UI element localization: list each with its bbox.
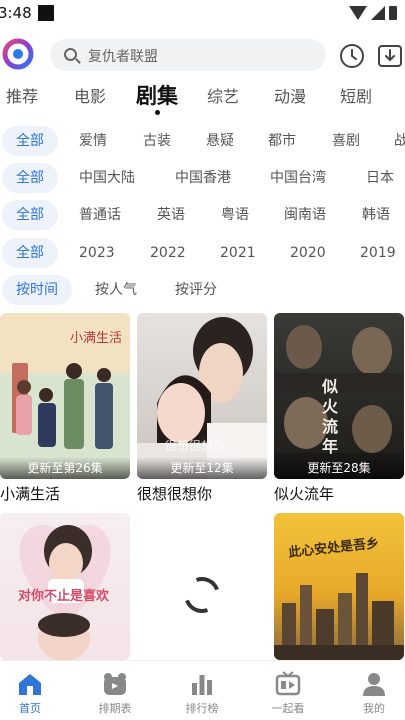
year-filter-row: 全部 2023 2022 2021 2020 2019 (0, 238, 405, 268)
history-icon[interactable] (339, 43, 365, 69)
header: 复仇者联盟 (0, 36, 405, 74)
language-chip[interactable]: 闽南语 (284, 200, 326, 230)
show-title: 很想很想你 (137, 485, 213, 503)
language-chip[interactable]: 粤语 (221, 200, 249, 230)
language-filter-row: 全部 普通话 英语 粤语 闽南语 韩语 (0, 200, 405, 230)
ranking-icon (192, 675, 212, 695)
region-chip[interactable]: 中国大陆 (79, 163, 135, 193)
region-chip[interactable]: 中国香港 (175, 163, 231, 193)
nav-label: 我的 (363, 702, 385, 715)
year-chip[interactable]: 2019 (360, 238, 396, 268)
loading-spinner-icon (178, 571, 226, 619)
show-poster[interactable]: 似火流年 更新至28集 (274, 313, 404, 479)
poster-title-text: 很想很想你 (165, 439, 226, 453)
search-bar[interactable]: 复仇者联盟 (50, 39, 326, 71)
genre-chip[interactable]: 古装 (143, 126, 171, 156)
episode-badge: 更新至第26集 (0, 457, 130, 479)
poster-title-text: 小满生活 (70, 331, 123, 346)
tab-movies[interactable]: 电影 (74, 82, 106, 112)
tab-short-drama[interactable]: 短剧 (340, 82, 372, 112)
genre-chip[interactable]: 悬疑 (206, 126, 234, 156)
wifi-icon (349, 6, 367, 20)
poster-title-text: 似火流年 (322, 377, 339, 456)
status-bar: 3:48 (0, 0, 405, 28)
nav-label: 首页 (19, 702, 41, 715)
tab-series[interactable]: 剧集 (136, 81, 178, 111)
sort-chip-by-time[interactable]: 按时间 (2, 275, 72, 305)
search-placeholder: 复仇者联盟 (88, 49, 158, 65)
year-chip-all[interactable]: 全部 (2, 238, 58, 268)
show-poster[interactable]: 此心安处是吾乡 (274, 513, 404, 660)
show-card[interactable]: 小满生活 更新至第26集 小满生活 (0, 313, 130, 505)
tab-recommend[interactable]: 推荐 (6, 82, 38, 112)
status-time: 3:48 (0, 4, 32, 22)
language-chip[interactable]: 英语 (157, 200, 185, 230)
show-title: 小满生活 (0, 485, 61, 503)
status-icons (349, 6, 397, 20)
nav-watch-together[interactable]: 一起看 (258, 665, 318, 719)
show-poster[interactable]: 小满生活 更新至第26集 (0, 313, 130, 479)
year-chip[interactable]: 2021 (220, 238, 256, 268)
genre-chip-all[interactable]: 全部 (2, 126, 58, 156)
category-tabs: 推荐 电影 剧集 综艺 动漫 短剧 (0, 82, 405, 114)
language-chip[interactable]: 普通话 (79, 200, 121, 230)
watch-together-icon (275, 671, 301, 696)
nav-home[interactable]: 首页 (0, 665, 60, 719)
signal-icon (371, 6, 385, 20)
tab-variety[interactable]: 综艺 (207, 82, 239, 112)
show-card[interactable]: 对你不止是喜欢 (0, 513, 130, 660)
show-title: 似火流年 (274, 485, 335, 503)
active-tab-indicator (155, 110, 160, 115)
app-logo-icon[interactable] (2, 38, 34, 70)
download-icon[interactable] (377, 43, 403, 69)
sort-chip-by-rating[interactable]: 按评分 (175, 275, 217, 305)
home-icon (19, 674, 41, 695)
genre-chip[interactable]: 都市 (268, 126, 296, 156)
show-card[interactable]: 很想很想你 更新至12集 很想很想你 (137, 313, 267, 505)
battery-icon (389, 6, 397, 20)
nav-schedule[interactable]: 排期表 (85, 665, 145, 719)
year-chip[interactable]: 2020 (290, 238, 326, 268)
language-chip[interactable]: 韩语 (362, 200, 390, 230)
search-icon (64, 48, 77, 61)
show-poster[interactable]: 对你不止是喜欢 (0, 513, 130, 660)
year-chip[interactable]: 2022 (150, 238, 186, 268)
genre-chip[interactable]: 喜剧 (332, 126, 360, 156)
poster-art (137, 317, 267, 479)
region-chip[interactable]: 日本 (366, 163, 394, 193)
episode-badge: 更新至12集 (137, 457, 267, 479)
region-chip[interactable]: 中国台湾 (270, 163, 326, 193)
nav-label: 一起看 (271, 702, 305, 715)
app-screen: 3:48 复仇者联盟 推荐 电影 剧集 综艺 动漫 短剧 全部 爱情 古装 悬疑… (0, 0, 405, 720)
profile-icon (363, 673, 385, 696)
sort-chip-by-popularity[interactable]: 按人气 (95, 275, 137, 305)
poster-title-text: 对你不止是喜欢 (18, 589, 110, 604)
region-chip-all[interactable]: 全部 (2, 163, 58, 193)
year-chip[interactable]: 2023 (79, 238, 115, 268)
genre-chip[interactable]: 爱情 (79, 126, 107, 156)
show-poster[interactable]: 很想很想你 更新至12集 (137, 313, 267, 479)
sort-filter-row: 按时间 按人气 按评分 (0, 275, 405, 305)
language-chip-all[interactable]: 全部 (2, 200, 58, 230)
nav-profile[interactable]: 我的 (344, 665, 404, 719)
bottom-navigation: 首页 排期表 排行榜 一起看 我的 (0, 660, 405, 720)
show-card[interactable]: 此心安处是吾乡 (274, 513, 404, 660)
poster-art (274, 573, 404, 660)
genre-filter-row: 全部 爱情 古装 悬疑 都市 喜剧 战 (0, 126, 405, 156)
nav-ranking[interactable]: 排行榜 (172, 665, 232, 719)
tab-anime[interactable]: 动漫 (274, 82, 306, 112)
nav-label: 排行榜 (185, 702, 219, 715)
genre-chip[interactable]: 战 (394, 126, 405, 156)
episode-badge: 更新至28集 (274, 457, 404, 479)
notification-icon (38, 5, 54, 21)
region-filter-row: 全部 中国大陆 中国香港 中国台湾 日本 (0, 163, 405, 193)
schedule-icon (104, 673, 126, 695)
show-card[interactable]: 似火流年 更新至28集 似火流年 (274, 313, 404, 505)
nav-label: 排期表 (98, 702, 132, 715)
